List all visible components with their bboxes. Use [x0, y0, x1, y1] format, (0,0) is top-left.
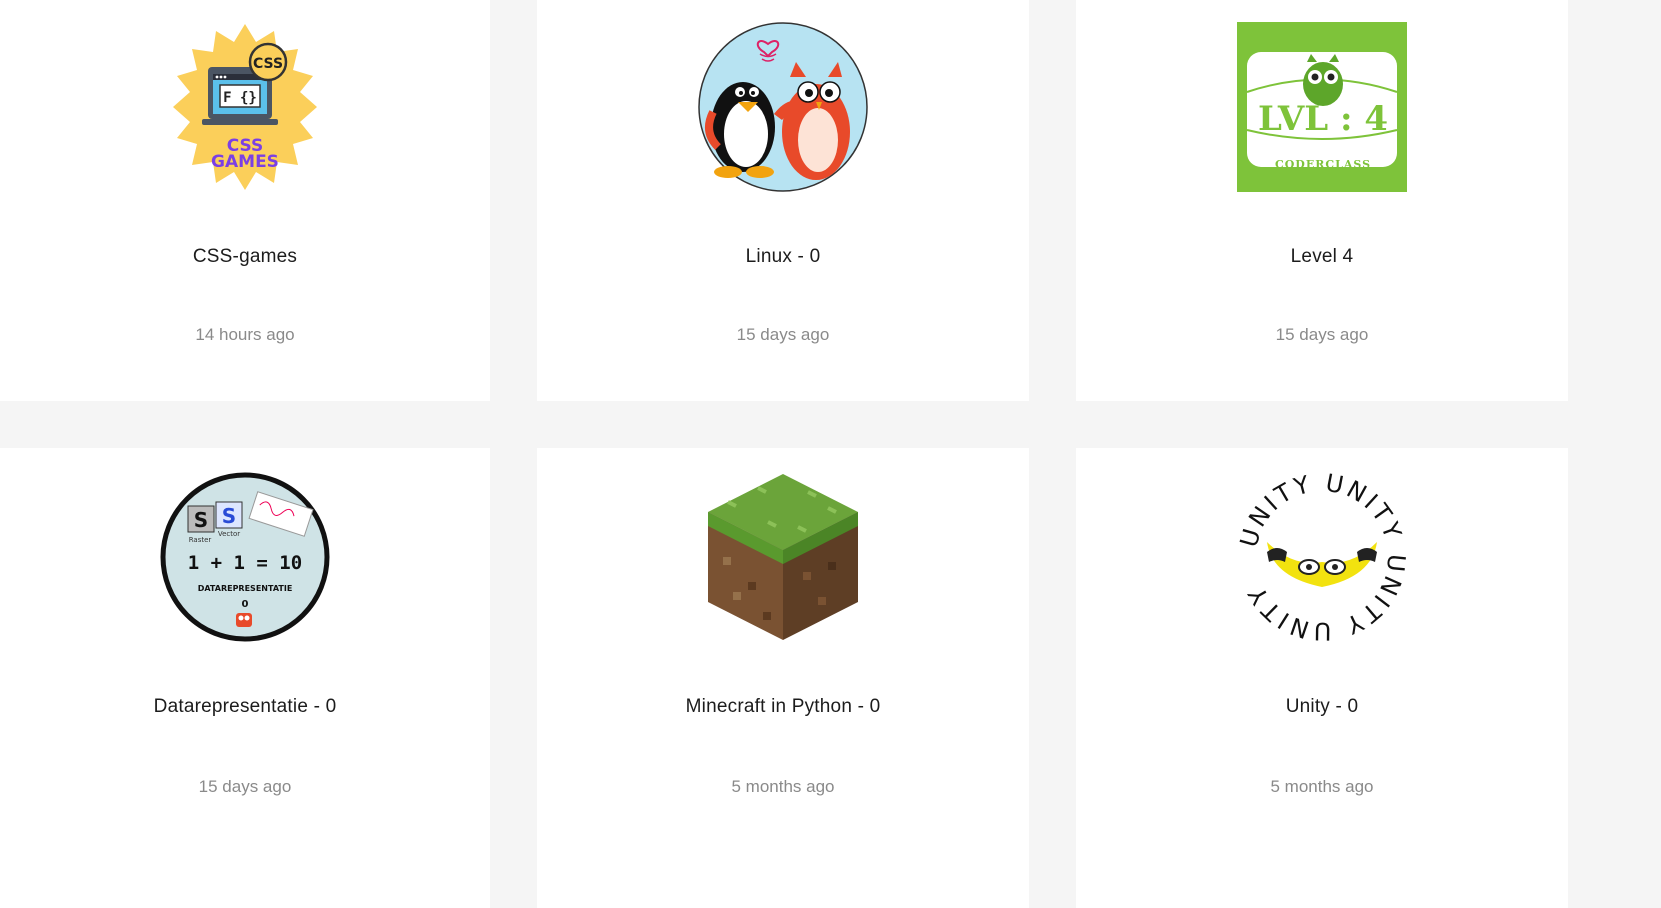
- equation-text: 1 + 1 = 10: [188, 552, 302, 574]
- course-card-unity[interactable]: UNITY UNITY UNITY UNITY Unity - 0 5 mont…: [1076, 448, 1568, 908]
- course-card-level-4[interactable]: LVL : 4 CODERCLASS Level 4 15 days ago: [1076, 0, 1568, 401]
- course-updated-time: 5 months ago: [731, 777, 835, 796]
- course-title: Datarepresentatie - 0: [153, 696, 337, 717]
- level4-logo-text: LVL : 4: [1258, 99, 1388, 139]
- penguin-owl-icon: [698, 22, 868, 192]
- css-badge-text: CSS: [253, 56, 283, 72]
- course-card-minecraft-python[interactable]: Minecraft in Python - 0 5 months ago: [537, 448, 1029, 908]
- unity-ring-text: UNITY UNITY UNITY UNITY: [1237, 472, 1407, 642]
- course-title: Unity - 0: [1285, 696, 1359, 717]
- svg-text:UNITY UNITY UNITY UNITY: UNITY UNITY UNITY UNITY: [1237, 472, 1407, 642]
- course-updated-time: 14 hours ago: [195, 325, 295, 344]
- course-updated-time: 15 days ago: [198, 777, 292, 796]
- datarep-logo-num: 0: [242, 599, 249, 610]
- course-title: CSS-games: [192, 246, 298, 267]
- datarepresentatie-icon: S S Raster Vector 1 + 1 = 10 DATAREPRESE…: [160, 472, 330, 642]
- css-logo-line2: GAMES: [211, 152, 279, 172]
- course-title: Level 4: [1290, 246, 1354, 267]
- course-updated-time: 15 days ago: [736, 325, 830, 344]
- svg-text:S: S: [222, 504, 236, 528]
- svg-text:S: S: [194, 508, 208, 532]
- raster-label: Raster: [189, 536, 212, 544]
- course-card-linux[interactable]: Linux - 0 15 days ago: [537, 0, 1029, 401]
- course-card-css-games[interactable]: F {} CSS CSS GAMES CSS-games 14 hours ag…: [0, 0, 490, 401]
- css-games-badge-icon: F {} CSS CSS GAMES: [160, 22, 330, 192]
- datarep-logo-text: DATAREPRESENTATIE: [198, 584, 293, 593]
- course-card-datarepresentatie[interactable]: S S Raster Vector 1 + 1 = 10 DATAREPRESE…: [0, 448, 490, 908]
- unity-owl-icon: UNITY UNITY UNITY UNITY: [1237, 472, 1407, 642]
- level4-owl-icon: LVL : 4 CODERCLASS: [1237, 22, 1407, 192]
- level4-logo-sub: CODERCLASS: [1275, 158, 1371, 171]
- course-updated-time: 5 months ago: [1270, 777, 1374, 796]
- course-title: Linux - 0: [745, 246, 821, 267]
- course-updated-time: 15 days ago: [1275, 325, 1369, 344]
- svg-text:F {}: F {}: [223, 90, 257, 106]
- vector-label: Vector: [218, 530, 240, 538]
- course-title: Minecraft in Python - 0: [685, 696, 881, 717]
- grass-block-icon: [698, 472, 868, 642]
